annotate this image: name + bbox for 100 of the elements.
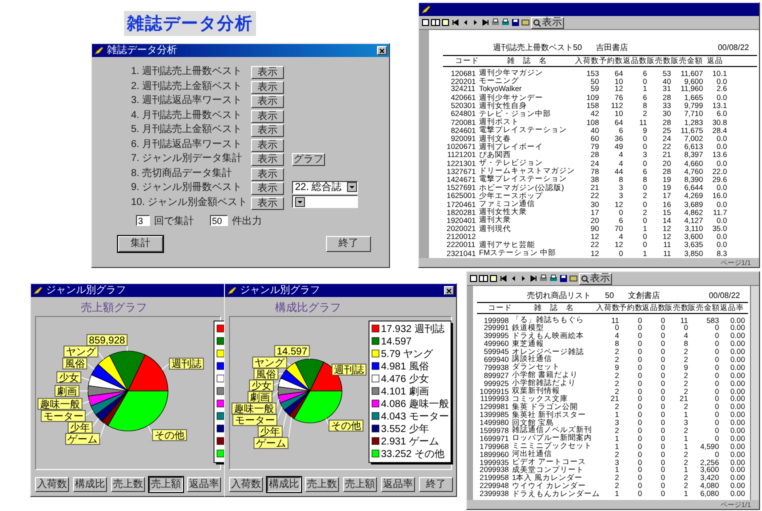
show-button[interactable]: 表示 [251,66,284,79]
slice-label: その他 [152,429,187,442]
menu-label: 5. 月刊誌売上金額ベスト [131,122,244,136]
save-icon[interactable] [511,18,520,27]
first-page-icon[interactable] [499,274,508,283]
chart-button[interactable]: 構成比 [73,477,107,492]
chart-button[interactable]: 売上額 [343,477,377,492]
slice-label: 劇画 [250,392,270,404]
view-button[interactable]: 表示 [579,272,612,284]
slice-label: ゲーム [256,438,286,450]
show-button[interactable]: 表示 [251,168,284,180]
menu-label: 9. ジャンル別冊数ベスト [131,181,244,194]
show-button[interactable]: 表示 [251,153,284,166]
last-page-icon[interactable] [481,18,490,27]
printer-icon[interactable] [539,274,548,283]
page-icon[interactable] [421,18,430,27]
export-icon[interactable] [569,274,578,283]
menu-label: 10. ジャンル別金額ベスト [131,196,249,208]
legend-label: 4.101 劇画 [381,386,429,398]
save-icon[interactable] [559,274,568,283]
slice-label: ヤング [64,346,98,358]
leader-line [80,376,90,381]
page-heading: 雑誌データ分析 [124,11,256,36]
slice-label: 風俗 [62,358,88,370]
close-icon [379,48,385,54]
report-date: 00/08/22 [718,43,749,52]
show-button[interactable]: 表示 [251,124,284,137]
pencil-icon [227,286,237,295]
show-button[interactable]: 表示 [251,110,284,122]
legend-label: 14.597 [381,336,412,348]
leader-line [148,425,153,436]
slice-label: モーター [40,410,86,422]
slice-label: 週刊誌 [171,358,202,370]
show-button[interactable]: 表示 [251,182,284,195]
leader-line [86,363,95,370]
legend-label: 4.086 趣味一般 [381,399,449,410]
two-pages-icon[interactable] [479,274,488,283]
leader-line [78,390,88,392]
close-button[interactable] [444,286,454,295]
magnifier-icon [581,274,589,282]
zoom-page-icon[interactable] [489,274,498,283]
scrollbar[interactable] [750,286,759,500]
chart-button[interactable]: 売上数 [111,477,145,492]
report-title: 売切れ商品リスト [527,290,591,301]
show-button[interactable]: 表示 [251,196,284,210]
two-pages-icon[interactable] [431,18,440,27]
dropdown[interactable]: 22. 総合誌 [292,180,358,194]
leader-line [161,363,170,370]
first-page-icon[interactable] [451,18,460,27]
page-icon[interactable] [469,274,478,283]
zoom-page-icon[interactable] [441,18,450,27]
slice-label: ゲーム [68,434,98,446]
graph-button[interactable]: グラフ [292,153,325,166]
slice-label: 少年 [260,426,280,438]
slice-label: 週刊誌 [332,364,366,376]
chart-title: 売上額グラフ [80,300,148,314]
close-button[interactable] [377,46,387,55]
slice-label: 趣味一般 [38,398,82,410]
legend-label: 3.552 少年 [381,424,429,435]
chart-button[interactable]: 終了 [419,477,453,492]
last-page-icon[interactable] [529,274,538,283]
printer-icon[interactable] [491,18,500,27]
field-label: 回で集計 [154,214,194,228]
leader-line [98,351,104,360]
store-name: 文創書店 [628,290,660,301]
printer-setup-icon[interactable] [549,274,558,283]
chart-button[interactable]: 入荷数 [35,477,69,492]
slice-label: 週刊誌 [334,364,364,376]
view-button[interactable]: 表示 [531,16,564,28]
exit-button[interactable]: 終了 [326,236,371,252]
slice-label: モーター [43,411,84,422]
slice-label: モーター [234,416,275,427]
input-field[interactable]: 50 [210,215,228,226]
leader-line [286,362,291,366]
store-name: 吉田書店 [596,42,628,53]
chart-button[interactable]: 売上数 [305,477,339,492]
leader-line [273,382,280,386]
chart-button[interactable]: 構成比 [267,477,301,492]
pencil-icon [94,46,104,55]
chart-button[interactable]: 返品率 [381,477,415,492]
input-field[interactable]: 3 [136,215,150,226]
slice-label: その他 [154,430,184,442]
show-button[interactable]: 表示 [251,138,284,152]
show-button[interactable]: 表示 [251,80,284,94]
legend-label: 4.476 少女 [381,374,429,385]
chart-button[interactable]: 売上額 [149,477,183,492]
legend-label: 2.931 ゲーム [381,436,439,448]
slice-label: 少女 [251,380,272,392]
show-button[interactable]: 表示 [251,95,284,108]
aggregate-button[interactable]: 集計 [118,236,163,252]
dropdown[interactable] [292,195,358,208]
menu-label: 4. 月刊誌売上冊数ベスト [131,108,244,122]
slice-label: 風俗 [256,370,276,381]
chart-button[interactable]: 返品率 [187,477,221,492]
chart-title: 構成比グラフ [274,301,342,314]
printer-setup-icon[interactable] [501,18,510,27]
export-icon[interactable] [521,18,530,27]
chart-button[interactable]: 入荷数 [229,477,263,492]
slice-label: ヤング [252,356,288,369]
legend-label: 17.932 週刊誌 [381,324,444,335]
